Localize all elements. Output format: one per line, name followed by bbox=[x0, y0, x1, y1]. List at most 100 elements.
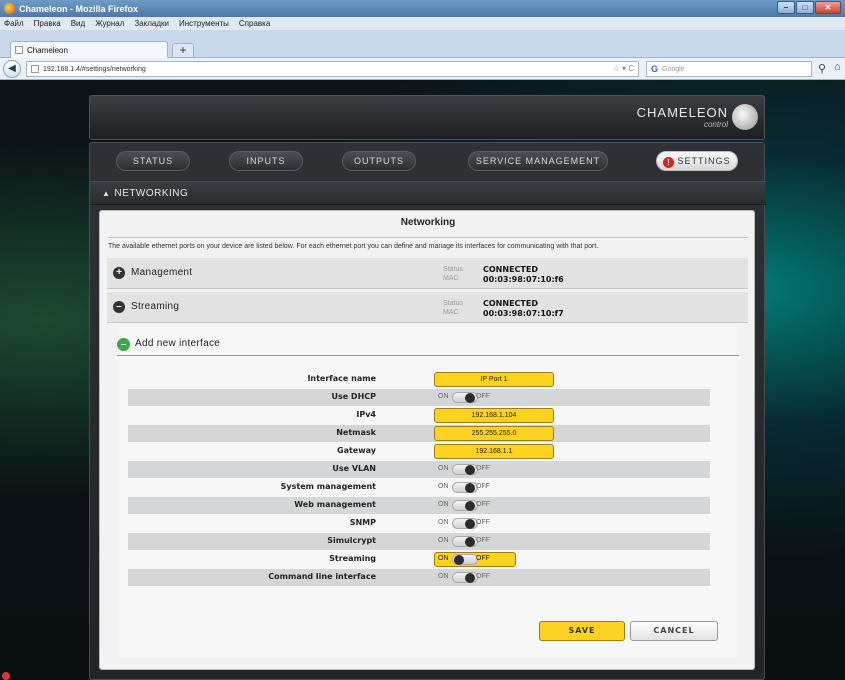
system-management-toggle[interactable]: ON OFF bbox=[434, 480, 554, 495]
toggle-track bbox=[452, 572, 478, 583]
search-placeholder: Google bbox=[662, 65, 685, 73]
menu-bar: Файл Правка Вид Журнал Закладки Инструме… bbox=[0, 17, 845, 30]
toggle-off-label: OFF bbox=[476, 393, 490, 400]
section-header[interactable]: ▲ NETWORKING bbox=[90, 181, 766, 205]
add-interface-label: Add new interface bbox=[135, 338, 221, 349]
toggle-knob bbox=[465, 501, 475, 511]
new-tab-button[interactable]: + bbox=[172, 43, 194, 58]
menu-file[interactable]: Файл bbox=[4, 19, 24, 28]
gateway-input[interactable]: 192.168.1.1 bbox=[434, 444, 554, 459]
logo-text: CHAMELEON bbox=[636, 105, 728, 120]
field-label: Netmask bbox=[336, 428, 376, 437]
web-management-toggle[interactable]: ON OFF bbox=[434, 498, 554, 513]
browser-tab[interactable]: Chameleon bbox=[10, 41, 168, 58]
status-value: CONNECTED bbox=[483, 299, 538, 308]
row-web-management: Web management ON OFF bbox=[128, 497, 710, 514]
window-controls: – □ ✕ bbox=[777, 1, 841, 14]
logo-sub: control bbox=[703, 120, 728, 129]
collapse-minus-icon[interactable]: – bbox=[117, 338, 130, 351]
row-simulcrypt: Simulcrypt ON OFF bbox=[128, 533, 710, 550]
tab-settings-label: SETTINGS bbox=[677, 156, 731, 166]
url-text: 192.168.1.4/#settings/networking bbox=[43, 65, 146, 73]
close-icon[interactable]: ✕ bbox=[815, 1, 841, 14]
simulcrypt-toggle[interactable]: ON OFF bbox=[434, 534, 554, 549]
page-title: Networking bbox=[400, 217, 456, 228]
netmask-input[interactable]: 255.255.255.0 bbox=[434, 426, 554, 441]
toggle-off-label: OFF bbox=[476, 483, 490, 490]
menu-bookmarks[interactable]: Закладки bbox=[134, 19, 169, 28]
minimize-icon[interactable]: – bbox=[777, 1, 795, 14]
row-use-dhcp: Use DHCP ON OFF bbox=[128, 389, 710, 406]
toggle-knob bbox=[465, 537, 475, 547]
row-system-management: System management ON OFF bbox=[128, 479, 710, 496]
toggle-track bbox=[452, 554, 478, 565]
home-icon[interactable]: ⌂ bbox=[834, 61, 841, 73]
toggle-track bbox=[452, 464, 478, 475]
save-button[interactable]: SAVE bbox=[539, 621, 625, 641]
field-label: SNMP bbox=[349, 518, 376, 527]
alert-icon: ! bbox=[663, 157, 675, 168]
toggle-off-label: OFF bbox=[476, 519, 490, 526]
snmp-toggle[interactable]: ON OFF bbox=[434, 516, 554, 531]
field-label: Web management bbox=[294, 500, 376, 509]
search-bar[interactable]: G Google bbox=[646, 61, 812, 77]
use-dhcp-toggle[interactable]: ON OFF bbox=[434, 390, 554, 405]
toggle-on-label: ON bbox=[438, 519, 449, 526]
menu-history[interactable]: Журнал bbox=[95, 19, 124, 28]
cli-toggle[interactable]: ON OFF bbox=[434, 570, 554, 585]
chameleon-logo-icon bbox=[732, 104, 758, 130]
interface-name-input[interactable]: IP Port 1 bbox=[434, 372, 554, 387]
toggle-on-label: ON bbox=[438, 573, 449, 580]
section-title: NETWORKING bbox=[114, 188, 189, 199]
port-row-management[interactable]: + Management Status CONNECTED MAC 00:03:… bbox=[107, 258, 748, 289]
menu-tools[interactable]: Инструменты bbox=[179, 19, 229, 28]
field-label: Streaming bbox=[329, 554, 376, 563]
search-magnifier-icon[interactable]: ⚲ bbox=[818, 62, 826, 75]
app-logo: CHAMELEON control bbox=[636, 105, 728, 131]
toggle-track bbox=[452, 518, 478, 529]
url-bar[interactable]: 192.168.1.4/#settings/networking ☆ ▾ C bbox=[26, 61, 639, 77]
collapse-triangle-icon: ▲ bbox=[102, 189, 111, 198]
toggle-on-label: ON bbox=[438, 537, 449, 544]
field-label: Use VLAN bbox=[332, 464, 376, 473]
cancel-button[interactable]: CANCEL bbox=[630, 621, 718, 641]
toggle-off-label: OFF bbox=[476, 555, 490, 562]
toggle-on-label: ON bbox=[438, 555, 449, 562]
toggle-track bbox=[452, 536, 478, 547]
toggle-knob bbox=[465, 519, 475, 529]
back-arrow-icon[interactable]: ◀ bbox=[3, 60, 21, 78]
collapse-minus-icon[interactable]: – bbox=[113, 301, 125, 313]
add-interface-header[interactable]: – Add new interface bbox=[117, 336, 739, 356]
google-icon[interactable]: G bbox=[651, 64, 658, 74]
tab-settings[interactable]: ! SETTINGS bbox=[656, 151, 738, 171]
menu-view[interactable]: Вид bbox=[71, 19, 85, 28]
use-vlan-toggle[interactable]: ON OFF bbox=[434, 462, 554, 477]
streaming-toggle[interactable]: ON OFF bbox=[434, 552, 554, 567]
row-streaming: Streaming ON OFF bbox=[128, 551, 710, 568]
toggle-knob bbox=[465, 483, 475, 493]
tab-outputs[interactable]: OUTPUTS bbox=[342, 151, 416, 171]
toggle-on-label: ON bbox=[438, 501, 449, 508]
tab-status[interactable]: STATUS bbox=[116, 151, 190, 171]
toggle-on-label: ON bbox=[438, 465, 449, 472]
port-row-streaming[interactable]: – Streaming Status CONNECTED MAC 00:03:9… bbox=[107, 292, 748, 323]
bookmark-star-icon[interactable]: ☆ ▾ C bbox=[613, 64, 634, 73]
menu-help[interactable]: Справка bbox=[239, 19, 270, 28]
row-command-line-interface: Command line interface ON OFF bbox=[128, 569, 710, 586]
ipv4-input[interactable]: 192.168.1.104 bbox=[434, 408, 554, 423]
window-title: Chameleon - Mozilla Firefox bbox=[19, 3, 139, 14]
field-label: Command line interface bbox=[268, 572, 376, 581]
field-label: Gateway bbox=[337, 446, 376, 455]
tab-inputs[interactable]: INPUTS bbox=[229, 151, 303, 171]
toggle-knob bbox=[465, 465, 475, 475]
field-label: Use DHCP bbox=[331, 392, 376, 401]
row-netmask: Netmask 255.255.255.0 bbox=[128, 425, 710, 442]
expand-plus-icon[interactable]: + bbox=[113, 267, 125, 279]
page-viewport: CHAMELEON control STATUS INPUTS OUTPUTS … bbox=[0, 80, 845, 680]
tab-service-management[interactable]: SERVICE MANAGEMENT bbox=[468, 151, 608, 171]
menu-edit[interactable]: Правка bbox=[34, 19, 61, 28]
status-indicator-icon bbox=[2, 672, 10, 680]
toggle-off-label: OFF bbox=[476, 573, 490, 580]
mac-value: 00:03:98:07:10:f7 bbox=[483, 309, 564, 318]
maximize-icon[interactable]: □ bbox=[796, 1, 814, 14]
